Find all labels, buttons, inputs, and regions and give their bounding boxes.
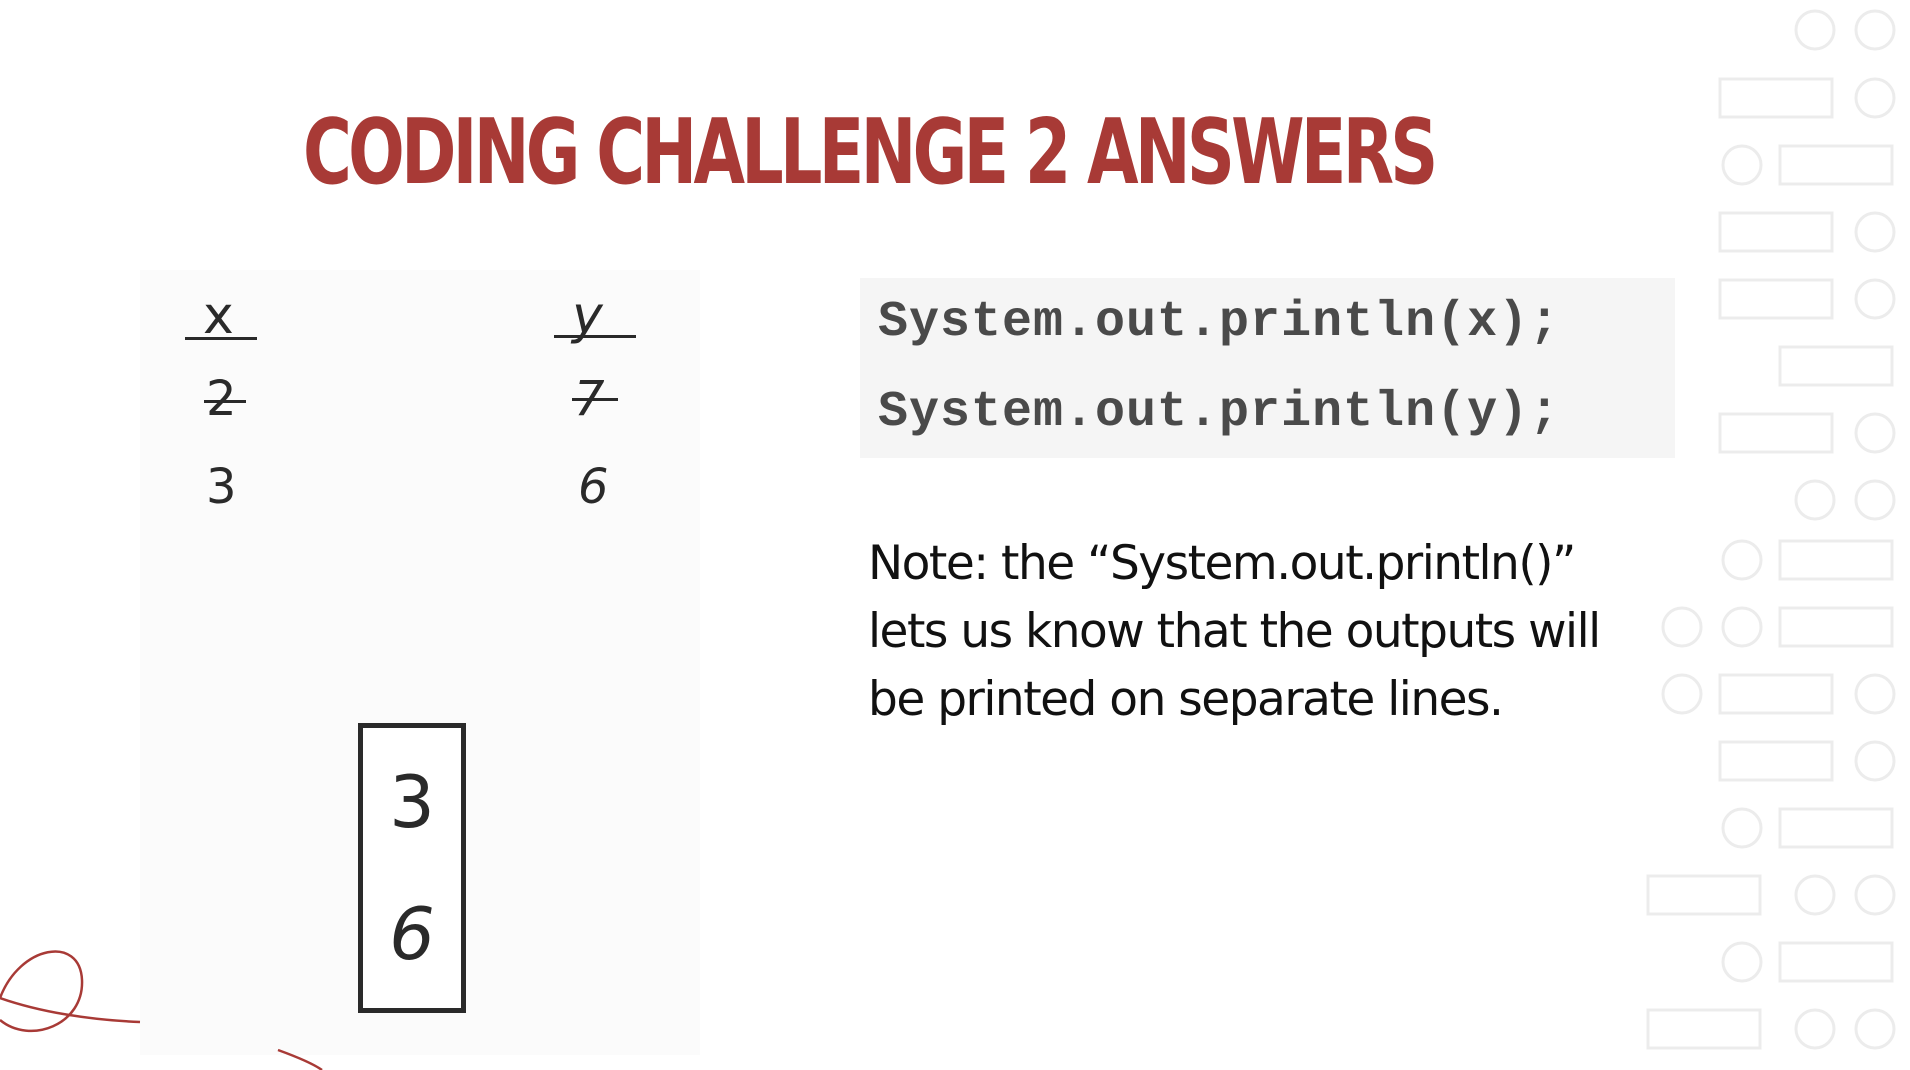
output-value-2: 6: [389, 892, 435, 976]
trace-x-value-old: 2: [206, 371, 237, 427]
decorative-swirl: [0, 950, 323, 1070]
trace-y-value-old-strike: [572, 398, 618, 401]
decorative-pattern: [1646, 9, 1896, 1050]
output-box: 3 6: [358, 723, 466, 1013]
code-line-1: System.out.println(x);: [878, 294, 1561, 351]
code-line-2: System.out.println(y);: [878, 384, 1561, 441]
trace-x-value-old-strike: [204, 400, 246, 403]
slide: CODING CHALLENGE 2 ANSWERS x y 2 7 3 6 3…: [0, 0, 1910, 1070]
trace-x-value-new: 3: [206, 459, 237, 515]
trace-header-x: x: [203, 286, 234, 346]
slide-title: CODING CHALLENGE 2 ANSWERS: [303, 100, 1438, 205]
trace-header-x-underline: [185, 337, 257, 340]
note-text: Note: the “System.out.println()” lets us…: [868, 536, 1601, 727]
trace-header-y-underline: [554, 335, 636, 338]
output-value-1: 3: [389, 760, 435, 844]
trace-y-value-new: 6: [578, 459, 609, 515]
